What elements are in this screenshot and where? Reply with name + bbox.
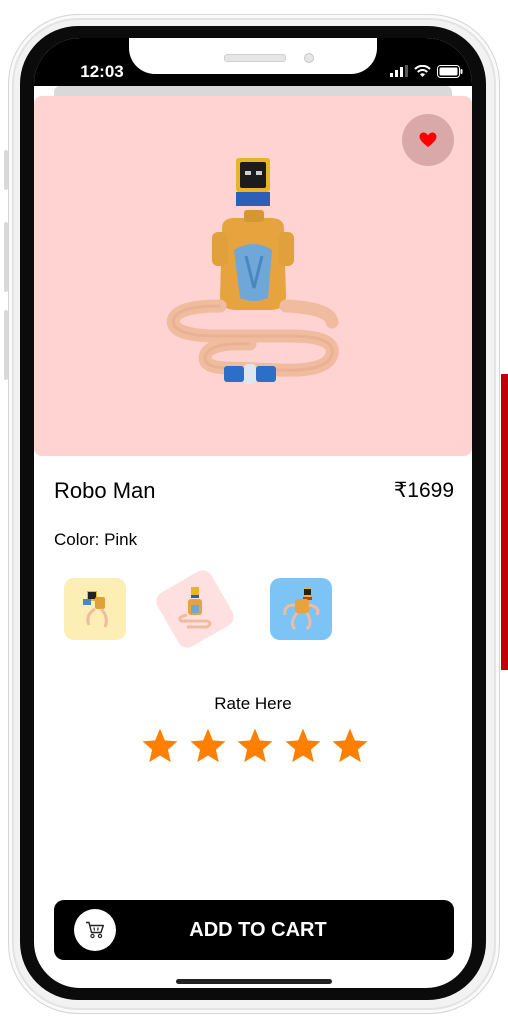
cart-icon-badge — [74, 909, 116, 951]
color-option-pink[interactable] — [152, 566, 238, 652]
heart-icon — [419, 132, 437, 147]
wifi-icon — [414, 64, 431, 77]
rating-stars — [140, 726, 370, 766]
robot-thumbnail-icon — [283, 588, 320, 631]
sheet-handle-bar — [54, 86, 452, 96]
robot-thumbnail-icon — [178, 587, 212, 629]
robot-thumbnail-icon — [83, 591, 108, 628]
color-option-yellow[interactable] — [64, 578, 126, 640]
star-icon-4[interactable] — [283, 726, 323, 766]
signal-icon — [390, 65, 408, 77]
product-name: Robo Man — [54, 478, 156, 503]
status-time: 12:03 — [80, 62, 124, 81]
product-price: ₹1699 — [393, 479, 454, 502]
front-camera — [304, 53, 314, 63]
status-icons — [390, 64, 463, 78]
add-to-cart-button[interactable]: ADD TO CART — [54, 900, 454, 960]
product-hero — [34, 96, 472, 456]
earpiece-speaker — [224, 54, 286, 62]
star-icon-2[interactable] — [188, 726, 228, 766]
battery-icon — [437, 64, 463, 78]
power-button-highlight — [501, 374, 508, 670]
cart-icon — [86, 921, 104, 939]
star-icon-5[interactable] — [330, 726, 370, 766]
screen: 12:03 Robo Man ₹1699 Color: Pink Rate He… — [34, 38, 472, 988]
screen-bezel: 12:03 Robo Man ₹1699 Color: Pink Rate He… — [20, 26, 486, 1000]
favorite-button[interactable] — [402, 114, 454, 166]
robot-product-image — [166, 158, 339, 384]
color-option-blue[interactable] — [270, 578, 332, 640]
rating-label: Rate Here — [214, 694, 292, 713]
volume-down-button — [4, 310, 8, 380]
home-indicator[interactable] — [176, 979, 332, 984]
color-label: Color: Pink — [54, 530, 138, 549]
star-icon-3[interactable] — [235, 726, 275, 766]
add-to-cart-label: ADD TO CART — [189, 919, 327, 941]
mute-switch — [4, 150, 8, 190]
star-icon-1[interactable] — [140, 726, 180, 766]
volume-up-button — [4, 222, 8, 292]
